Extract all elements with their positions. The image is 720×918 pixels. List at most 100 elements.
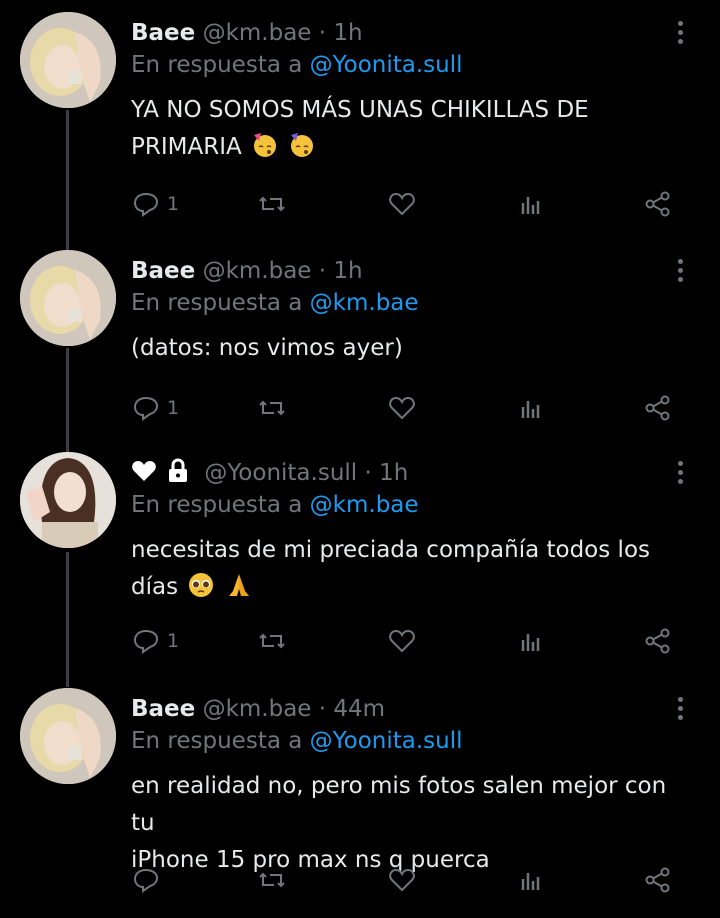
like-button[interactable]: [387, 391, 417, 425]
name-icons: [131, 458, 191, 484]
reply-prefix: En respuesta a: [131, 492, 303, 518]
views-icon: [521, 197, 540, 214]
retweet-icon: [259, 872, 285, 888]
reply-button[interactable]: 1: [131, 624, 179, 658]
views-button[interactable]: [517, 391, 547, 425]
tweet-header: Baee @km.bae · 1h: [131, 256, 363, 286]
views-button[interactable]: [517, 187, 547, 221]
more-options-icon[interactable]: [670, 256, 690, 296]
reply-count: 1: [167, 630, 180, 652]
lock-icon: [169, 458, 187, 482]
tweet-text-line: en realidad no, pero mis fotos salen mej…: [131, 773, 667, 836]
share-button[interactable]: [643, 187, 673, 221]
display-name[interactable]: Baee: [131, 20, 195, 46]
tweet-text-line: YA NO SOMOS MÁS UNAS CHIKILLAS DE: [131, 97, 589, 123]
tweet-actions: [131, 863, 691, 897]
like-button[interactable]: [387, 863, 417, 897]
more-options-icon[interactable]: [670, 18, 690, 58]
reply-to-link[interactable]: @km.bae: [310, 492, 419, 518]
timestamp[interactable]: · 1h: [319, 258, 363, 284]
reply-button[interactable]: 1: [131, 391, 179, 425]
reply-context: En respuesta a @km.bae: [131, 288, 419, 318]
reply-prefix: En respuesta a: [131, 728, 303, 754]
reply-context: En respuesta a @Yoonita.sull: [131, 50, 463, 80]
views-button[interactable]: [517, 624, 547, 658]
avatar[interactable]: [20, 452, 116, 548]
tweet-header: @Yoonita.sull · 1h: [131, 458, 408, 488]
reply-button[interactable]: [131, 863, 167, 897]
reply-context: En respuesta a @km.bae: [131, 490, 419, 520]
tweet-text: (datos: nos vimos ayer): [131, 330, 691, 367]
handle[interactable]: @km.bae: [203, 20, 312, 46]
reply-context: En respuesta a @Yoonita.sull: [131, 726, 463, 756]
tweet-text-line: días: [131, 574, 179, 600]
reply-count: 1: [167, 397, 180, 419]
handle[interactable]: @Yoonita.sull: [204, 460, 357, 486]
tweet[interactable]: Baee @km.bae · 1h En respuesta a @Yoonit…: [0, 12, 720, 232]
tweet-actions: 1: [131, 624, 691, 658]
retweet-icon: [259, 633, 285, 649]
timestamp[interactable]: · 1h: [319, 20, 363, 46]
tweet[interactable]: Baee @km.bae · 1h En respuesta a @km.bae…: [0, 250, 720, 450]
tweet[interactable]: @Yoonita.sull · 1h En respuesta a @km.ba…: [0, 452, 720, 672]
tweet-text-line: (datos: nos vimos ayer): [131, 335, 403, 361]
share-button[interactable]: [643, 391, 673, 425]
white-heart-icon: [132, 461, 156, 481]
reply-icon: [133, 192, 159, 217]
timestamp[interactable]: · 1h: [365, 460, 409, 486]
reply-prefix: En respuesta a: [131, 52, 303, 78]
reply-to-link[interactable]: @km.bae: [310, 290, 419, 316]
partying-face-emoji: [291, 133, 314, 157]
partying-face-emoji: [254, 133, 277, 157]
like-button[interactable]: [387, 624, 417, 658]
tweet-text-line: necesitas de mi preciada compañía todos …: [131, 537, 650, 563]
retweet-button[interactable]: [257, 624, 287, 658]
display-name[interactable]: Baee: [131, 696, 195, 722]
tweet[interactable]: Baee @km.bae · 44m En respuesta a @Yooni…: [0, 688, 720, 913]
pleading-face-emoji: [189, 573, 214, 597]
avatar-photo: [20, 12, 116, 108]
avatar[interactable]: [20, 12, 116, 108]
heart-icon: [389, 396, 415, 420]
heart-icon: [389, 868, 415, 892]
folded-hands-emoji: [228, 574, 249, 596]
more-options-icon[interactable]: [670, 694, 690, 734]
heart-icon: [389, 192, 415, 216]
avatar[interactable]: [20, 250, 116, 346]
tweet-header: Baee @km.bae · 1h: [131, 18, 363, 48]
views-button[interactable]: [517, 863, 547, 897]
views-icon: [521, 873, 540, 890]
share-button[interactable]: [643, 624, 673, 658]
avatar[interactable]: [20, 688, 116, 784]
tweet-text-line: PRIMARIA: [131, 134, 242, 160]
tweet-text: necesitas de mi preciada compañía todos …: [131, 532, 691, 606]
handle[interactable]: @km.bae: [203, 696, 312, 722]
reply-to-link[interactable]: @Yoonita.sull: [310, 52, 463, 78]
like-button[interactable]: [387, 187, 417, 221]
more-options-icon[interactable]: [670, 458, 690, 498]
views-icon: [521, 634, 540, 651]
retweet-button[interactable]: [257, 391, 287, 425]
reply-icon: [133, 629, 159, 654]
avatar-photo: [20, 452, 116, 548]
reply-to-link[interactable]: @Yoonita.sull: [310, 728, 463, 754]
retweet-icon: [259, 400, 285, 416]
display-name[interactable]: Baee: [131, 258, 195, 284]
tweet-actions: 1: [131, 187, 691, 221]
retweet-icon: [259, 196, 285, 212]
timestamp[interactable]: · 44m: [319, 696, 385, 722]
retweet-button[interactable]: [257, 863, 287, 897]
tweet-text: YA NO SOMOS MÁS UNAS CHIKILLAS DE PRIMAR…: [131, 92, 691, 166]
handle[interactable]: @km.bae: [203, 258, 312, 284]
reply-prefix: En respuesta a: [131, 290, 303, 316]
share-icon: [645, 867, 670, 893]
share-button[interactable]: [643, 863, 673, 897]
tweet-actions: 1: [131, 391, 691, 425]
reply-icon: [133, 396, 159, 421]
heart-icon: [389, 629, 415, 653]
retweet-button[interactable]: [257, 187, 287, 221]
avatar-photo: [20, 250, 116, 346]
reply-button[interactable]: 1: [131, 187, 179, 221]
tweet-header: Baee @km.bae · 44m: [131, 694, 385, 724]
share-icon: [645, 191, 670, 217]
